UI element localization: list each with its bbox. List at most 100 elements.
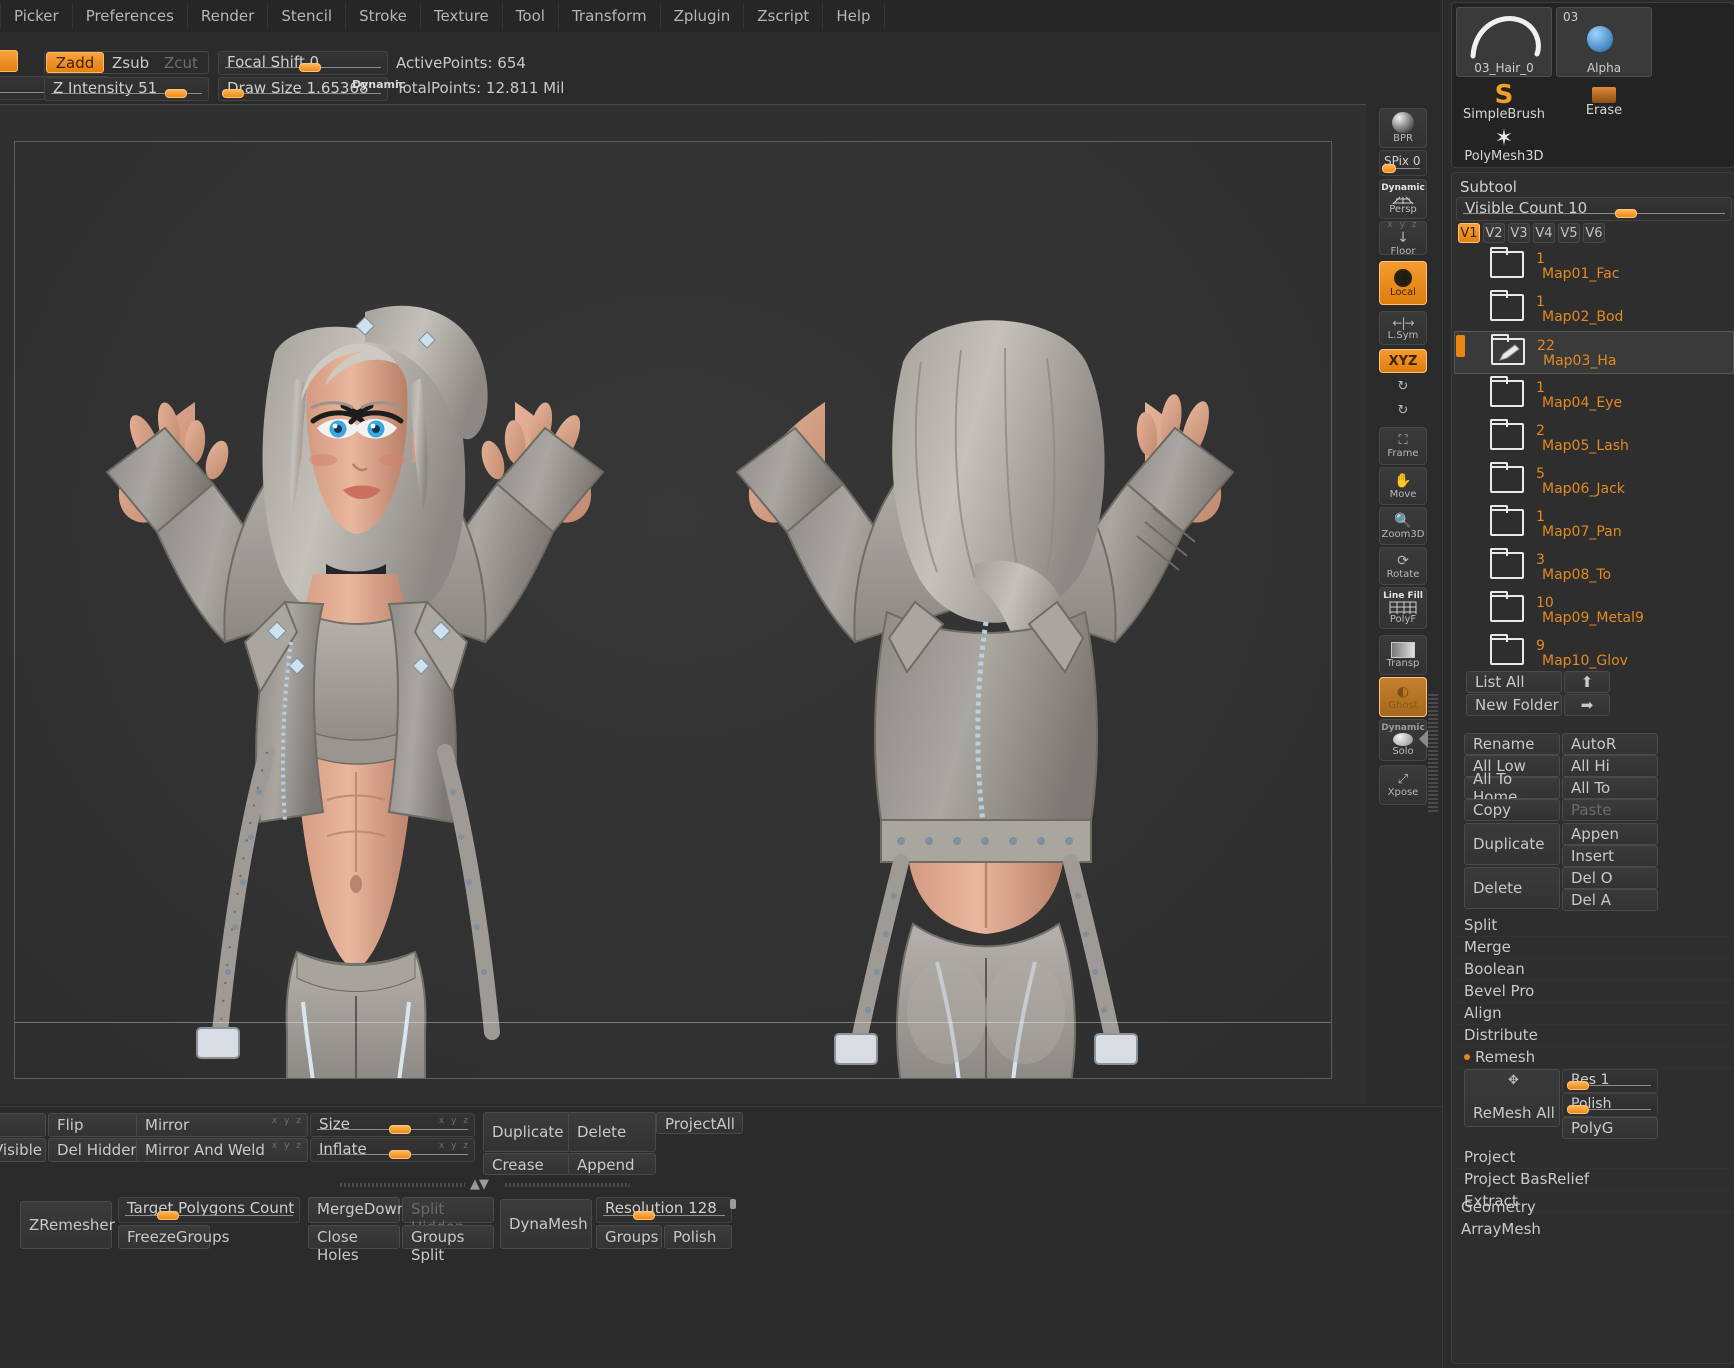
- xyz-button[interactable]: XYZ: [1379, 349, 1427, 373]
- move-right-button[interactable]: ➡: [1564, 694, 1610, 716]
- ghost-button[interactable]: ◐ Ghost: [1379, 677, 1427, 717]
- vtab-v2[interactable]: V2: [1483, 223, 1505, 243]
- menu-item-tool[interactable]: Tool: [503, 3, 559, 29]
- menu-item-help[interactable]: Help: [823, 3, 885, 29]
- dynamesh-button[interactable]: DynaMesh: [500, 1199, 592, 1249]
- autor-button[interactable]: AutoR: [1562, 733, 1658, 755]
- panel-collapse-arrow[interactable]: [1419, 730, 1428, 748]
- menu-item-render[interactable]: Render: [188, 3, 269, 29]
- subtool-item[interactable]: 1 Map04_Eye: [1454, 374, 1734, 417]
- viewport[interactable]: [14, 141, 1332, 1079]
- bottom-append-button[interactable]: Append: [568, 1153, 656, 1175]
- rotate-z-button[interactable]: ↻: [1379, 399, 1427, 421]
- inflate-slider[interactable]: Inflate x y z: [310, 1138, 475, 1162]
- subtool-item[interactable]: 1 Map01_Fac: [1454, 245, 1734, 288]
- resolution-slider[interactable]: Resolution 128: [596, 1197, 732, 1223]
- subtool-item[interactable]: 9 Map10_Glov: [1454, 632, 1734, 675]
- geometry-section-label[interactable]: Geometry: [1461, 1198, 1536, 1216]
- bottom-polish-button[interactable]: Polish: [664, 1225, 732, 1249]
- xpose-button[interactable]: ⤢ Xpose: [1379, 765, 1427, 805]
- vtab-v3[interactable]: V3: [1508, 223, 1530, 243]
- merge-row[interactable]: Merge: [1454, 935, 1734, 959]
- polyg-button[interactable]: PolyG: [1562, 1117, 1658, 1139]
- copy-button[interactable]: Copy: [1464, 799, 1560, 821]
- menu-item-picker[interactable]: Picker: [0, 3, 73, 29]
- vtab-v4[interactable]: V4: [1533, 223, 1555, 243]
- all-to-button[interactable]: All To: [1562, 777, 1658, 799]
- bottom-delete-button[interactable]: Delete: [568, 1112, 656, 1152]
- bpr-button[interactable]: BPR: [1379, 108, 1427, 148]
- visible-button[interactable]: Visible: [0, 1138, 46, 1162]
- spix-slider[interactable]: SPix 0: [1379, 150, 1427, 176]
- delete-button[interactable]: Delete: [1464, 867, 1560, 909]
- move-up-button[interactable]: ⬆: [1564, 671, 1610, 693]
- zcut-button[interactable]: Zcut: [156, 52, 206, 73]
- close-holes-button[interactable]: Close Holes: [308, 1225, 400, 1264]
- freeze-groups-button[interactable]: FreezeGroups: [118, 1225, 229, 1249]
- resolution-toggle-icon[interactable]: [730, 1199, 736, 1209]
- canvas-area[interactable]: [0, 104, 1368, 1104]
- menu-item-zplugin[interactable]: Zplugin: [661, 3, 745, 29]
- local-button[interactable]: Local: [1379, 261, 1427, 305]
- menu-item-transform[interactable]: Transform: [559, 3, 661, 29]
- project-row[interactable]: Project: [1454, 1145, 1734, 1169]
- subtool-item[interactable]: 1 Map07_Pan: [1454, 503, 1734, 546]
- visible-count-slider[interactable]: Visible Count 10: [1456, 197, 1732, 221]
- vtab-v6[interactable]: V6: [1583, 223, 1605, 243]
- split-row[interactable]: Split: [1454, 913, 1734, 937]
- del-hidden-button[interactable]: Del Hidden: [48, 1138, 150, 1162]
- distribute-row[interactable]: Distribute: [1454, 1023, 1734, 1047]
- menu-item-stroke[interactable]: Stroke: [346, 3, 421, 29]
- floor-button[interactable]: x y z ↓ Floor: [1379, 220, 1427, 257]
- insert-button[interactable]: Insert: [1562, 845, 1658, 867]
- polyf-button[interactable]: Line Fill PolyF: [1379, 587, 1427, 629]
- project-basrelief-row[interactable]: Project BasRelief: [1454, 1167, 1734, 1191]
- remesh-section-row[interactable]: Remesh: [1454, 1045, 1734, 1069]
- subtool-item[interactable]: 1 Map02_Bod: [1454, 288, 1734, 331]
- alpha-thumbnail[interactable]: 03_Hair_0: [1456, 7, 1552, 77]
- target-polygons-count-slider[interactable]: Target Polygons Count 5: [118, 1197, 300, 1223]
- menu-item-stencil[interactable]: Stencil: [268, 3, 347, 29]
- del-all-button[interactable]: Del A: [1562, 889, 1658, 911]
- mrgb-toggle[interactable]: [0, 50, 18, 72]
- rotate-button[interactable]: ⟳ Rotate: [1379, 547, 1427, 585]
- vtab-v5[interactable]: V5: [1558, 223, 1580, 243]
- zadd-button[interactable]: Zadd: [46, 52, 104, 73]
- rotate-y-button[interactable]: ↻: [1379, 375, 1427, 397]
- visible-top-button[interactable]: [0, 1113, 46, 1137]
- append-button[interactable]: Appen: [1562, 823, 1658, 845]
- groups-button[interactable]: Groups: [596, 1225, 662, 1249]
- eraser-button[interactable]: Erase: [1556, 79, 1652, 125]
- split-hidden-button[interactable]: Split Hidden: [402, 1197, 494, 1236]
- size-slider[interactable]: Size x y z: [310, 1113, 475, 1137]
- list-all-button[interactable]: List All: [1466, 671, 1562, 693]
- duplicate-button[interactable]: Duplicate: [1464, 823, 1560, 865]
- crease-button[interactable]: Crease: [483, 1153, 571, 1175]
- character-front-view[interactable]: [45, 172, 665, 1079]
- align-row[interactable]: Align: [1454, 1001, 1734, 1025]
- groups-split-button[interactable]: Groups Split: [402, 1225, 494, 1264]
- subtool-item[interactable]: 22 Map03_Ha: [1454, 331, 1734, 374]
- all-to-home-button[interactable]: All To Home: [1464, 770, 1560, 806]
- vtab-v1[interactable]: V1: [1458, 223, 1480, 243]
- z-intensity-slider[interactable]: Z Intensity 51: [44, 77, 209, 101]
- zremesher-button[interactable]: ZRemesher: [20, 1201, 115, 1249]
- subtool-item[interactable]: 3 Map08_To: [1454, 546, 1734, 589]
- polymesh3d-button[interactable]: ✶ PolyMesh3D: [1456, 125, 1552, 167]
- character-back-view[interactable]: [675, 172, 1295, 1079]
- bottom-duplicate-button[interactable]: Duplicate: [483, 1112, 571, 1152]
- second-thumbnail[interactable]: 03 Alpha: [1556, 7, 1652, 77]
- subtool-item[interactable]: 10 Map09_Metal9: [1454, 589, 1734, 632]
- new-folder-button[interactable]: New Folder: [1466, 694, 1562, 716]
- focal-shift-slider[interactable]: Focal Shift 0: [218, 51, 388, 75]
- current-brush-button[interactable]: S SimpleBrush: [1456, 79, 1552, 125]
- polish-slider[interactable]: Polish: [1562, 1093, 1658, 1117]
- mirror-button[interactable]: Mirror x y z: [136, 1113, 308, 1137]
- res-slider[interactable]: Res 1: [1562, 1069, 1658, 1093]
- bevel-pro-row[interactable]: Bevel Pro: [1454, 979, 1734, 1003]
- frame-button[interactable]: ⛶ Frame: [1379, 427, 1427, 465]
- persp-button[interactable]: Dynamic Persp: [1379, 179, 1427, 219]
- flip-button[interactable]: Flip: [48, 1113, 150, 1137]
- boolean-row[interactable]: Boolean: [1454, 957, 1734, 981]
- subtool-item[interactable]: 2 Map05_Lash: [1454, 417, 1734, 460]
